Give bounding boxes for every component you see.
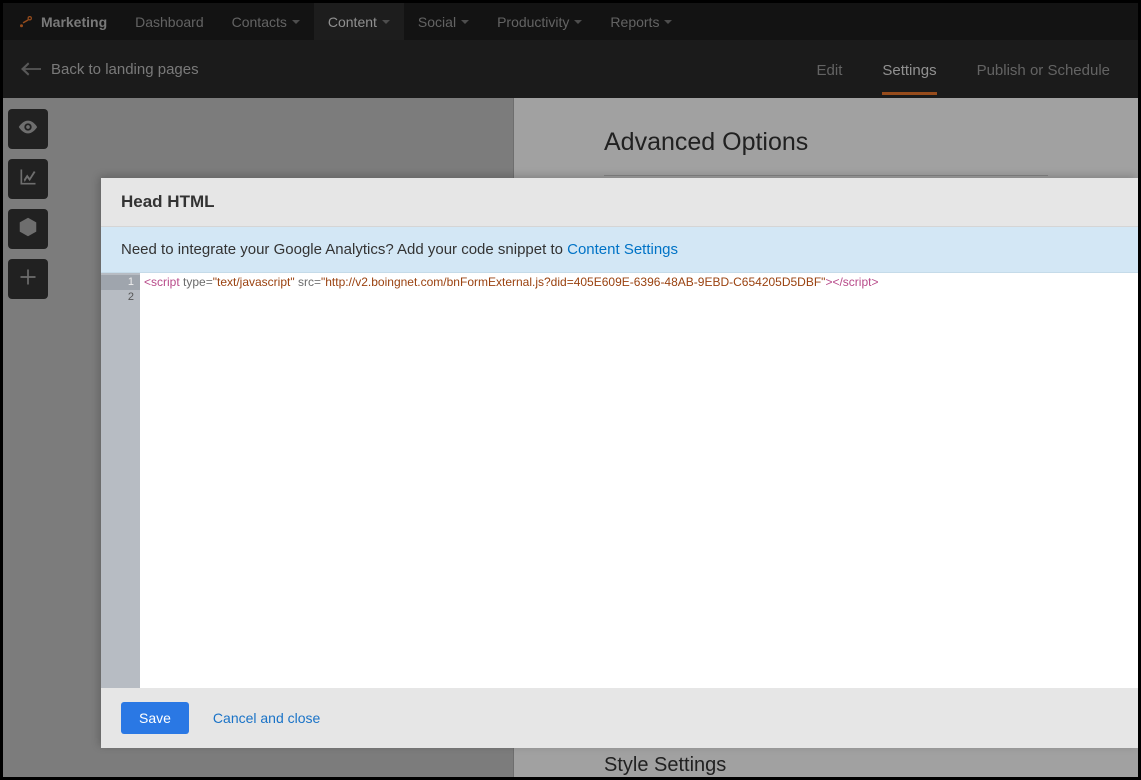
code-token-tag: </script> bbox=[832, 275, 878, 289]
modal-info-text: Need to integrate your Google Analytics?… bbox=[121, 241, 567, 258]
chart-icon bbox=[18, 167, 38, 192]
nav-reports-label: Reports bbox=[610, 14, 659, 30]
app-window: Marketing Dashboard Contacts Content Soc… bbox=[0, 0, 1141, 780]
nav-contacts[interactable]: Contacts bbox=[218, 3, 314, 40]
line-gutter: 12 bbox=[101, 273, 140, 688]
modal-title: Head HTML bbox=[101, 178, 1138, 227]
back-link[interactable]: Back to landing pages bbox=[21, 61, 199, 78]
nav-productivity-label: Productivity bbox=[497, 14, 569, 30]
nav-contacts-label: Contacts bbox=[232, 14, 287, 30]
sub-nav: Back to landing pages Edit Settings Publ… bbox=[3, 40, 1138, 98]
eye-icon bbox=[17, 116, 39, 143]
nav-productivity[interactable]: Productivity bbox=[483, 3, 596, 40]
modal-footer: Save Cancel and close bbox=[101, 688, 1138, 748]
arrow-left-icon bbox=[21, 62, 41, 76]
cube-icon bbox=[18, 217, 38, 242]
code-token-tag: <script bbox=[144, 275, 180, 289]
rail-performance-button[interactable] bbox=[8, 159, 48, 199]
modal-info-bar: Need to integrate your Google Analytics?… bbox=[101, 227, 1138, 273]
top-nav: Marketing Dashboard Contacts Content Soc… bbox=[3, 3, 1138, 40]
nav-content[interactable]: Content bbox=[314, 3, 404, 40]
rail-add-button[interactable] bbox=[8, 259, 48, 299]
nav-content-label: Content bbox=[328, 14, 377, 30]
nav-dashboard[interactable]: Dashboard bbox=[121, 3, 218, 40]
save-button[interactable]: Save bbox=[121, 702, 189, 734]
caret-down-icon bbox=[292, 20, 300, 24]
plus-icon bbox=[18, 267, 38, 292]
code-token-string: "text/javascript" bbox=[213, 275, 295, 289]
cancel-close-link[interactable]: Cancel and close bbox=[213, 710, 320, 726]
code-area[interactable]: <script type="text/javascript" src="http… bbox=[140, 273, 1138, 688]
side-rail bbox=[8, 109, 48, 299]
line-number: 1 bbox=[101, 275, 140, 290]
caret-down-icon bbox=[461, 20, 469, 24]
panel-heading-style: Style Settings bbox=[514, 754, 816, 777]
nav-social[interactable]: Social bbox=[404, 3, 483, 40]
line-number: 2 bbox=[128, 291, 134, 303]
divider bbox=[604, 175, 1048, 176]
caret-down-icon bbox=[382, 20, 390, 24]
tab-edit[interactable]: Edit bbox=[817, 44, 843, 95]
code-token-string: "http://v2.boingnet.com/bnFormExternal.j… bbox=[321, 275, 825, 289]
code-token-op: = bbox=[206, 275, 213, 289]
code-token-op: = bbox=[314, 275, 321, 289]
brand-logo[interactable]: Marketing bbox=[17, 13, 107, 31]
hubspot-icon bbox=[17, 13, 35, 31]
caret-down-icon bbox=[574, 20, 582, 24]
nav-dashboard-label: Dashboard bbox=[135, 14, 204, 30]
code-token-attr: type bbox=[180, 275, 206, 289]
panel-heading-advanced: Advanced Options bbox=[514, 98, 1138, 175]
brand-label: Marketing bbox=[41, 14, 107, 30]
rail-module-button[interactable] bbox=[8, 209, 48, 249]
page-tabs: Edit Settings Publish or Schedule bbox=[817, 44, 1110, 95]
content-settings-link[interactable]: Content Settings bbox=[567, 241, 678, 258]
nav-reports[interactable]: Reports bbox=[596, 3, 686, 40]
rail-preview-button[interactable] bbox=[8, 109, 48, 149]
nav-social-label: Social bbox=[418, 14, 456, 30]
code-token-attr: src bbox=[295, 275, 314, 289]
caret-down-icon bbox=[664, 20, 672, 24]
tab-settings[interactable]: Settings bbox=[882, 44, 936, 95]
code-editor[interactable]: 12 <script type="text/javascript" src="h… bbox=[101, 273, 1138, 688]
back-label: Back to landing pages bbox=[51, 61, 199, 78]
tab-publish[interactable]: Publish or Schedule bbox=[977, 44, 1110, 95]
head-html-modal: Head HTML Need to integrate your Google … bbox=[101, 178, 1138, 748]
